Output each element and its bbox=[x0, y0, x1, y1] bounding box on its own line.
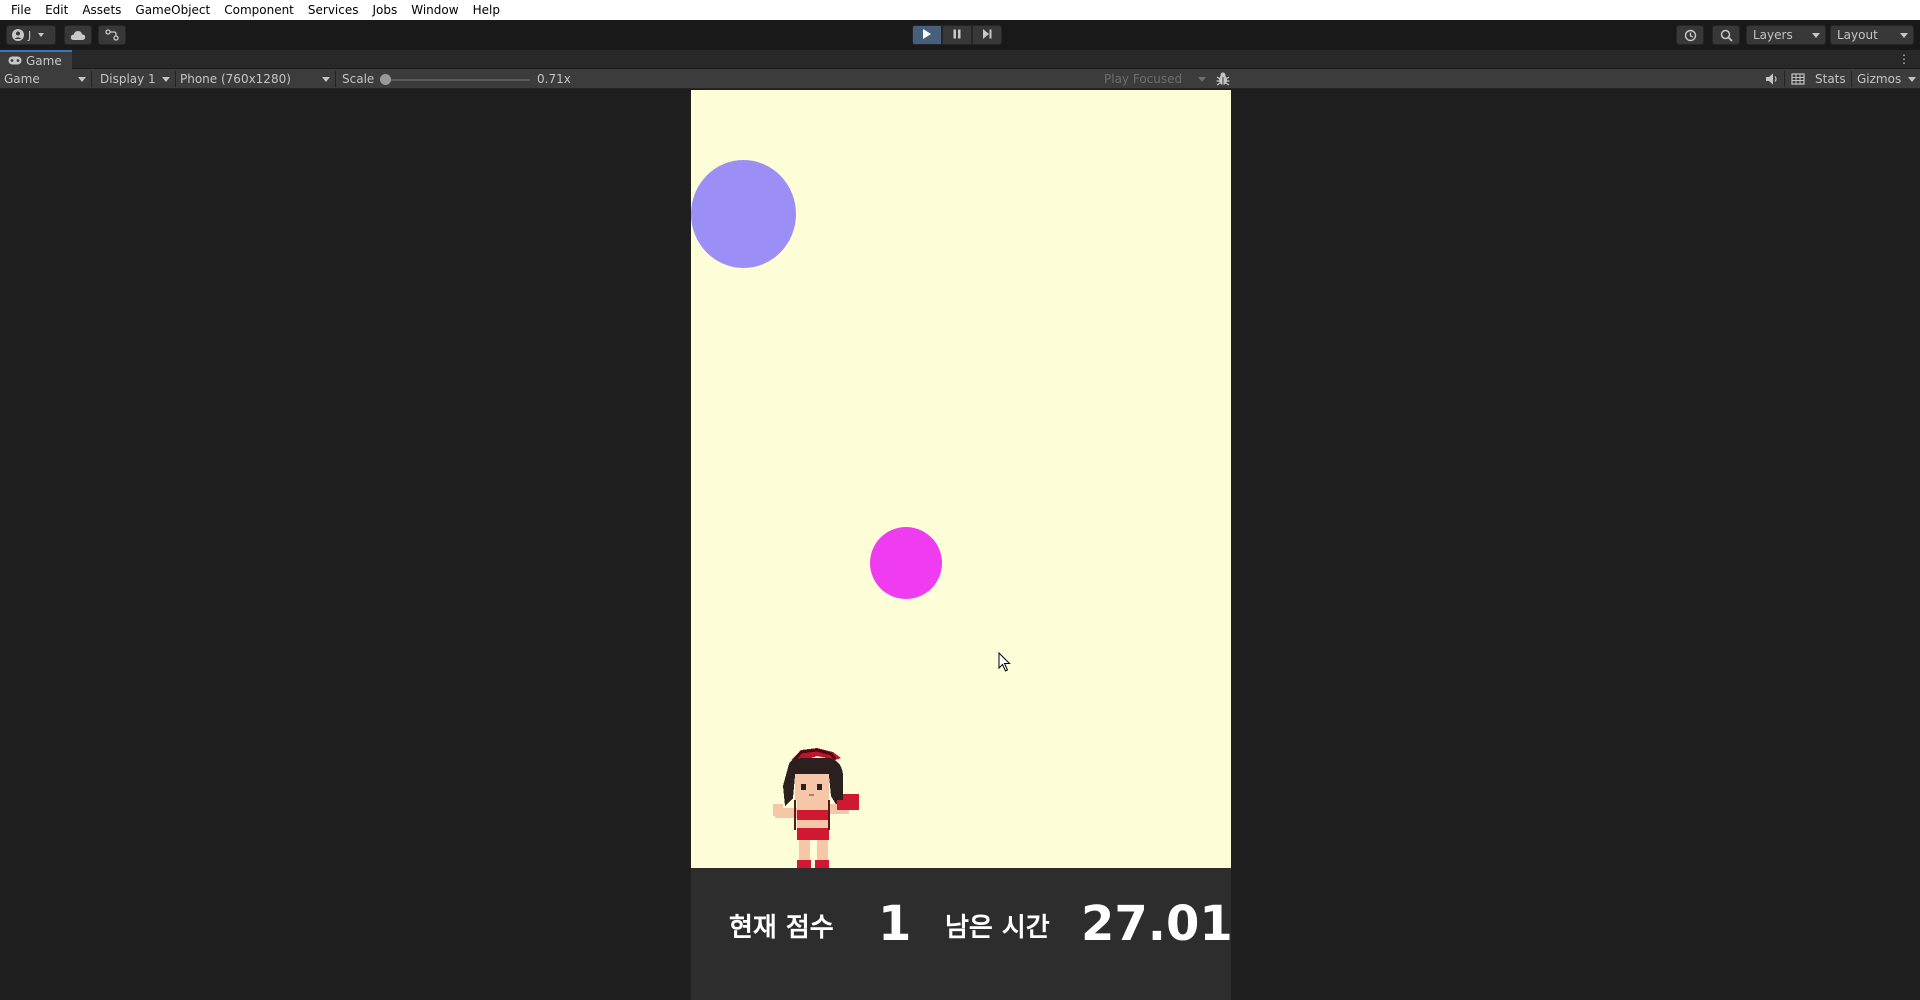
collab-button[interactable] bbox=[98, 25, 126, 45]
divider bbox=[1851, 71, 1852, 87]
game-screen[interactable]: 현재 점수 1 남은 시간 27.01 bbox=[691, 90, 1231, 1000]
display-dropdown[interactable]: Display 1 bbox=[96, 69, 174, 89]
play-mode-dropdown[interactable]: Play Focused bbox=[1100, 69, 1210, 89]
menu-component[interactable]: Component bbox=[217, 0, 301, 20]
pause-button[interactable] bbox=[942, 25, 972, 45]
search-icon bbox=[1720, 29, 1733, 42]
view-mode-label: Game bbox=[4, 72, 40, 86]
account-dropdown[interactable]: J bbox=[6, 25, 56, 45]
mute-audio-icon[interactable] bbox=[1765, 72, 1779, 89]
history-button[interactable] bbox=[1676, 25, 1704, 45]
tab-game-label: Game bbox=[26, 53, 62, 68]
step-icon bbox=[982, 28, 992, 42]
menu-help[interactable]: Help bbox=[466, 0, 507, 20]
chevron-down-icon bbox=[162, 77, 170, 82]
chevron-down-icon bbox=[1198, 77, 1206, 82]
tab-bar: Game ⋮ bbox=[0, 50, 1920, 69]
grid-overlay-icon[interactable] bbox=[1791, 72, 1805, 89]
game-view[interactable]: 현재 점수 1 남은 시간 27.01 bbox=[0, 90, 1920, 1000]
tab-game[interactable]: Game bbox=[0, 50, 72, 69]
layers-label: Layers bbox=[1753, 28, 1793, 42]
layout-label: Layout bbox=[1837, 28, 1878, 42]
falling-ball-pink bbox=[870, 527, 942, 599]
layout-dropdown[interactable]: Layout bbox=[1830, 25, 1914, 45]
layers-dropdown[interactable]: Layers bbox=[1746, 25, 1826, 45]
main-toolbar: J Layers Layout bbox=[0, 20, 1920, 50]
menu-window[interactable]: Window bbox=[404, 0, 465, 20]
account-label: J bbox=[28, 28, 32, 42]
menu-assets[interactable]: Assets bbox=[75, 0, 128, 20]
score-value: 1 bbox=[878, 896, 912, 952]
stats-button[interactable]: Stats bbox=[1815, 69, 1846, 89]
resolution-label: Phone (760x1280) bbox=[180, 72, 291, 86]
chevron-down-icon bbox=[1900, 33, 1908, 38]
divider bbox=[1784, 71, 1785, 87]
scale-value: 0.71x bbox=[537, 72, 571, 86]
chevron-down-icon bbox=[1812, 33, 1820, 38]
scale-slider-thumb[interactable] bbox=[380, 74, 391, 85]
search-button[interactable] bbox=[1712, 25, 1740, 45]
resolution-dropdown[interactable]: Phone (760x1280) bbox=[176, 69, 334, 89]
time-label: 남은 시간 bbox=[945, 913, 1050, 943]
divider bbox=[335, 71, 336, 87]
more-options-icon[interactable]: ⋮ bbox=[1898, 53, 1910, 65]
cloud-button[interactable] bbox=[64, 25, 92, 45]
menu-jobs[interactable]: Jobs bbox=[366, 0, 405, 20]
step-button[interactable] bbox=[972, 25, 1002, 45]
menu-gameobject[interactable]: GameObject bbox=[128, 0, 217, 20]
player-character bbox=[771, 746, 875, 870]
play-button[interactable] bbox=[912, 25, 942, 45]
collab-icon bbox=[105, 29, 119, 41]
play-icon bbox=[922, 28, 932, 42]
score-label: 현재 점수 bbox=[729, 913, 834, 943]
menu-file[interactable]: File bbox=[4, 0, 38, 20]
gizmos-label: Gizmos bbox=[1857, 72, 1902, 86]
chevron-down-icon bbox=[78, 77, 86, 82]
game-toolbar: Game Display 1 Phone (760x1280) Scale 0.… bbox=[0, 69, 1920, 89]
account-icon bbox=[12, 29, 24, 41]
play-controls bbox=[912, 25, 1002, 45]
scale-label: Scale bbox=[342, 72, 375, 86]
menu-services[interactable]: Services bbox=[301, 0, 366, 20]
view-mode-dropdown[interactable]: Game bbox=[0, 69, 90, 89]
pause-icon bbox=[952, 28, 962, 42]
chevron-down-icon bbox=[322, 77, 330, 82]
cloud-icon bbox=[70, 30, 86, 41]
history-icon bbox=[1684, 29, 1697, 42]
gizmos-dropdown[interactable]: Gizmos bbox=[1853, 69, 1920, 89]
score-hud: 현재 점수 1 남은 시간 27.01 bbox=[691, 868, 1231, 1000]
divider bbox=[91, 71, 92, 87]
time-value: 27.01 bbox=[1081, 896, 1231, 952]
chevron-down-icon bbox=[38, 33, 45, 37]
bug-icon[interactable] bbox=[1215, 71, 1231, 90]
gamepad-icon bbox=[8, 54, 22, 68]
chevron-down-icon bbox=[1908, 77, 1916, 82]
mouse-cursor-icon bbox=[998, 651, 1012, 675]
play-mode-label: Play Focused bbox=[1104, 72, 1183, 86]
display-label: Display 1 bbox=[100, 72, 156, 86]
menu-bar: File Edit Assets GameObject Component Se… bbox=[0, 0, 1920, 20]
menu-edit[interactable]: Edit bbox=[38, 0, 75, 20]
falling-ball-blue bbox=[691, 160, 796, 268]
scale-slider-track[interactable] bbox=[386, 79, 530, 81]
